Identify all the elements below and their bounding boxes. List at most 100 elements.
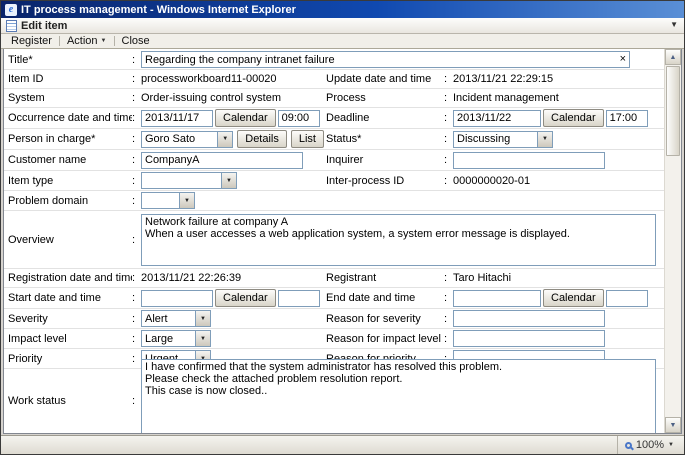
- registration-label: Registration date and time: [8, 272, 132, 284]
- edit-item-form: Title* × Item ID processworkboard11-0002…: [4, 49, 664, 433]
- row-registration: Registration date and time 2013/11/21 22…: [4, 269, 664, 288]
- problem-domain-select[interactable]: ▼: [141, 192, 195, 209]
- clear-icon[interactable]: ×: [620, 53, 626, 66]
- item-id-value: processworkboard11-00020: [141, 73, 277, 85]
- menu-register[interactable]: Register: [4, 35, 59, 47]
- colon: [132, 395, 141, 407]
- colon: [444, 133, 453, 145]
- impact-select[interactable]: Large ▼: [141, 330, 211, 347]
- item-type-label: Item type: [8, 175, 132, 187]
- work-status-textarea-wrap: I have confirmed that the system adminis…: [141, 359, 656, 433]
- colon: [444, 154, 453, 166]
- colon: [444, 313, 453, 325]
- overview-textarea[interactable]: Network failure at company A When a user…: [141, 214, 656, 266]
- reason-severity-label: Reason for severity: [326, 313, 444, 325]
- title-bar[interactable]: e IT process management - Windows Intern…: [1, 1, 684, 18]
- chevron-down-icon: ▼: [101, 38, 107, 44]
- impact-label: Impact level: [8, 333, 132, 345]
- reason-impact-input[interactable]: [453, 330, 605, 347]
- process-label: Process: [326, 92, 444, 104]
- vertical-scrollbar[interactable]: ▲ ▼: [664, 49, 681, 433]
- row-system: System Order-issuing control system Proc…: [4, 89, 664, 108]
- severity-label: Severity: [8, 313, 132, 325]
- colon: [132, 73, 141, 85]
- deadline-calendar-button[interactable]: Calendar: [543, 109, 604, 127]
- reason-severity-input[interactable]: [453, 310, 605, 327]
- menu-action-label: Action: [67, 35, 98, 47]
- scroll-up-icon[interactable]: ▲: [665, 49, 681, 65]
- zoom-level: 100%: [636, 439, 664, 451]
- end-date-input[interactable]: [453, 290, 541, 307]
- person-in-charge-value: Goro Sato: [142, 133, 217, 145]
- colon: [132, 175, 141, 187]
- colon: [444, 175, 453, 187]
- ie-window: e IT process management - Windows Intern…: [0, 0, 685, 455]
- colon: [132, 292, 141, 304]
- colon: [444, 272, 453, 284]
- colon: [444, 292, 453, 304]
- colon: [132, 112, 141, 124]
- work-status-textarea[interactable]: I have confirmed that the system adminis…: [141, 359, 656, 433]
- colon: [444, 73, 453, 85]
- title-input[interactable]: [141, 51, 630, 68]
- deadline-date-input[interactable]: [453, 110, 541, 127]
- impact-value: Large: [142, 333, 195, 345]
- scrollbar-thumb[interactable]: [666, 66, 680, 156]
- start-label: Start date and time: [8, 292, 132, 304]
- severity-select[interactable]: Alert ▼: [141, 310, 211, 327]
- menu-action[interactable]: Action▼: [60, 35, 114, 47]
- row-start-end: Start date and time Calendar End date an…: [4, 288, 664, 309]
- chevron-down-icon: ▼: [195, 311, 210, 326]
- reason-impact-label: Reason for impact level: [326, 333, 444, 345]
- severity-value: Alert: [142, 313, 195, 325]
- menu-close[interactable]: Close: [115, 35, 157, 47]
- title-input-wrap: ×: [141, 51, 630, 68]
- chevron-down-icon: ▼: [221, 173, 236, 188]
- status-select[interactable]: Discussing ▼: [453, 131, 553, 148]
- colon: [444, 92, 453, 104]
- registrant-value: Taro Hitachi: [453, 272, 511, 284]
- inter-process-id-label: Inter-process ID: [326, 175, 444, 187]
- end-calendar-button[interactable]: Calendar: [543, 289, 604, 307]
- colon: [132, 92, 141, 104]
- occurrence-time-input[interactable]: [278, 110, 320, 127]
- row-person-in-charge: Person in charge* Goro Sato ▼ Details Li…: [4, 129, 664, 150]
- details-button[interactable]: Details: [237, 130, 287, 148]
- person-in-charge-select[interactable]: Goro Sato ▼: [141, 131, 233, 148]
- chevron-down-icon[interactable]: ▼: [670, 20, 678, 29]
- occurrence-calendar-button[interactable]: Calendar: [215, 109, 276, 127]
- scroll-down-icon[interactable]: ▼: [665, 417, 681, 433]
- colon: [132, 234, 141, 246]
- row-work-status: Work status I have confirmed that the sy…: [4, 369, 664, 433]
- deadline-label: Deadline: [326, 112, 444, 124]
- start-calendar-button[interactable]: Calendar: [215, 289, 276, 307]
- end-time-input[interactable]: [606, 290, 648, 307]
- scrollbar-track[interactable]: [665, 65, 681, 417]
- work-status-label: Work status: [8, 395, 132, 407]
- colon: [132, 133, 141, 145]
- priority-label: Priority: [8, 353, 132, 365]
- inquirer-input[interactable]: [453, 152, 605, 169]
- system-value: Order-issuing control system: [141, 92, 281, 104]
- row-problem-domain: Problem domain ▼: [4, 191, 664, 211]
- customer-name-input[interactable]: [141, 152, 303, 169]
- colon: [132, 353, 141, 365]
- start-time-input[interactable]: [278, 290, 320, 307]
- magnifier-icon: [625, 442, 632, 449]
- colon: [132, 313, 141, 325]
- list-button[interactable]: List: [291, 130, 324, 148]
- status-bar: 100% ▼: [1, 435, 684, 454]
- start-date-input[interactable]: [141, 290, 213, 307]
- form-content: Title* × Item ID processworkboard11-0002…: [3, 49, 682, 434]
- item-type-select[interactable]: ▼: [141, 172, 237, 189]
- zoom-control[interactable]: 100% ▼: [617, 436, 684, 454]
- deadline-time-input[interactable]: [606, 110, 648, 127]
- customer-name-label: Customer name: [8, 154, 132, 166]
- page-title: Edit item: [21, 20, 67, 32]
- ie-icon: e: [5, 4, 17, 16]
- problem-domain-label: Problem domain: [8, 195, 132, 207]
- occurrence-date-input[interactable]: [141, 110, 213, 127]
- chevron-down-icon: ▼: [195, 331, 210, 346]
- menu-close-label: Close: [122, 35, 150, 47]
- item-id-label: Item ID: [8, 73, 132, 85]
